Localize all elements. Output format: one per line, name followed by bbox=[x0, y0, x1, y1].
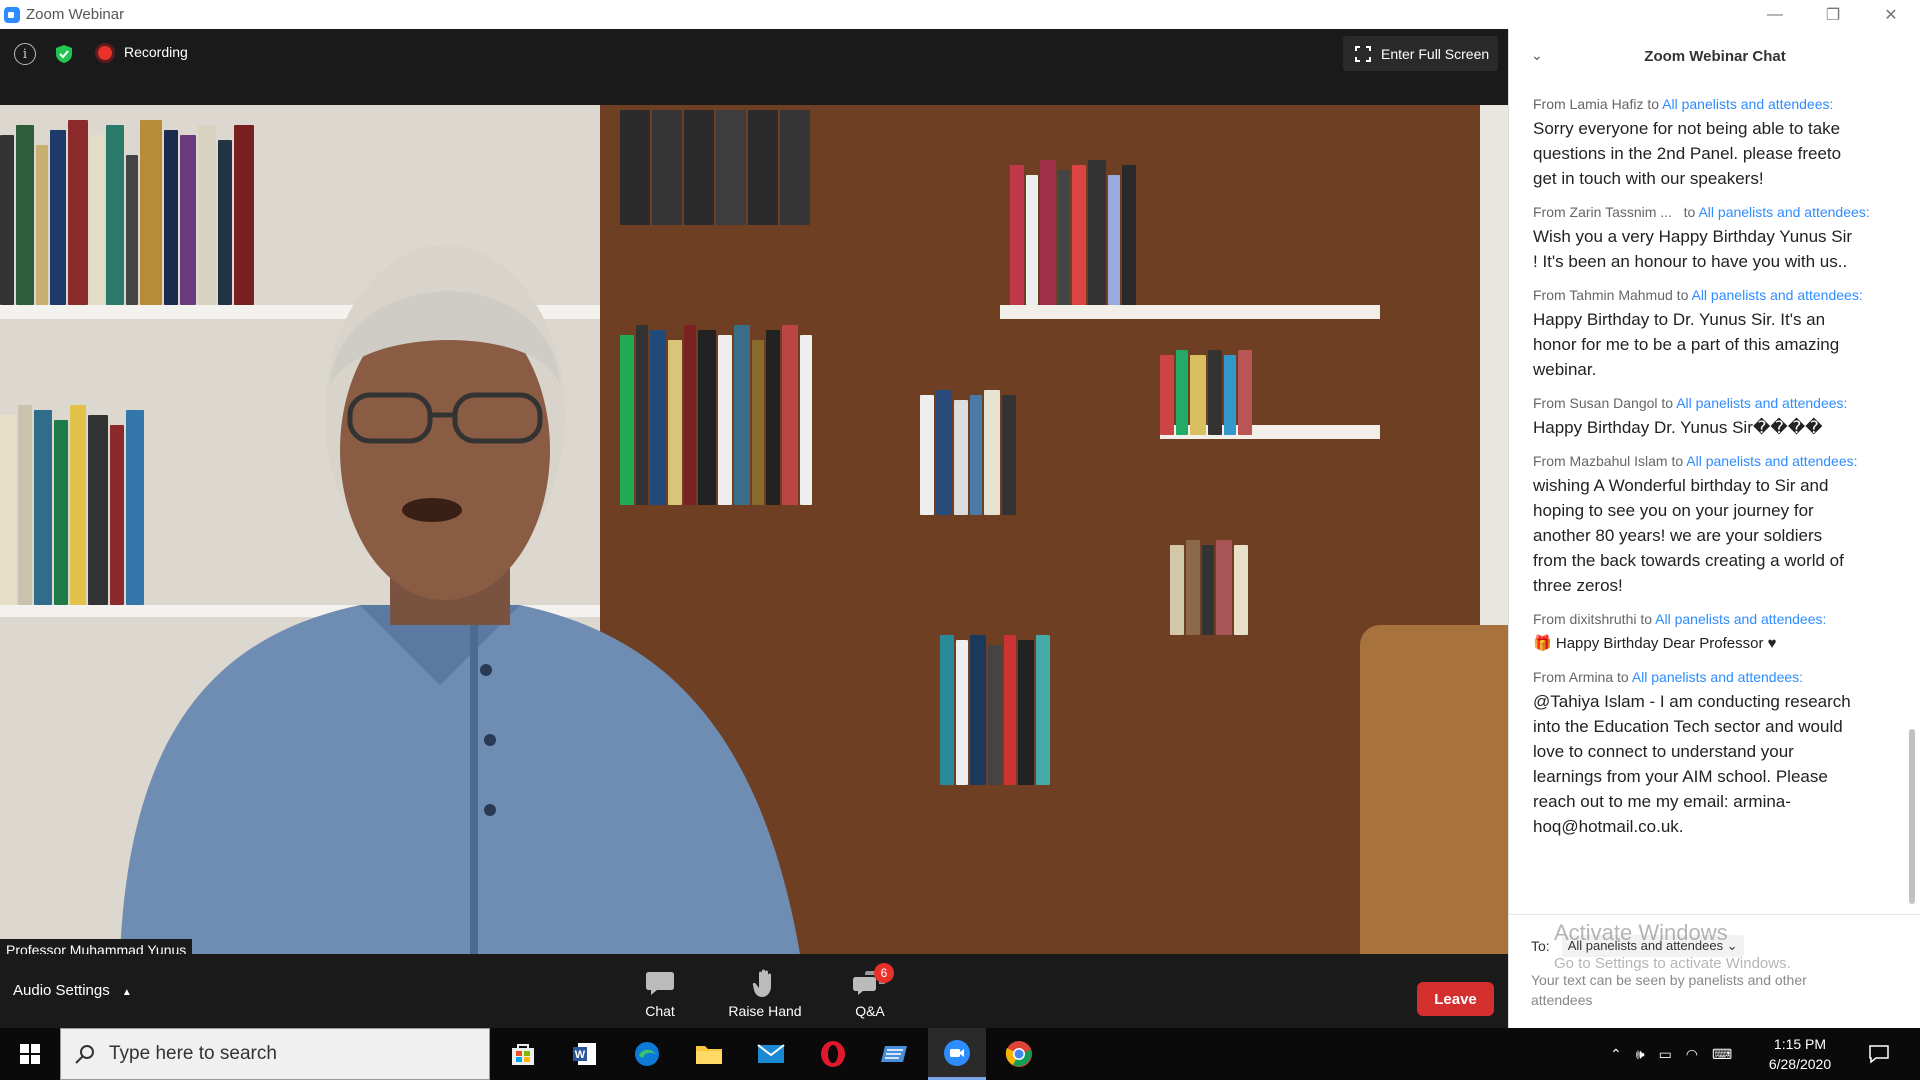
search-placeholder: Type here to search bbox=[109, 1043, 277, 1064]
chat-panel: ⌄ Zoom Webinar Chat From Lamia Hafiz to … bbox=[1508, 29, 1920, 1028]
chat-bubble-icon bbox=[646, 972, 674, 995]
chat-input[interactable]: Your text can be seen by panelists and o… bbox=[1531, 970, 1851, 1010]
activate-windows-subtitle: Go to Settings to activate Windows. bbox=[1554, 955, 1791, 972]
window-title: Zoom Webinar bbox=[26, 6, 125, 23]
chat-button[interactable]: Chat bbox=[620, 968, 700, 1019]
chevron-up-icon[interactable]: ▲ bbox=[122, 987, 132, 998]
restore-button[interactable]: ❐ bbox=[1804, 0, 1862, 29]
chat-message: From Susan Dangol to All panelists and a… bbox=[1533, 394, 1903, 440]
chat-label: Chat bbox=[645, 1003, 675, 1019]
windows-start-button[interactable] bbox=[0, 1028, 60, 1080]
microsoft-store-icon[interactable] bbox=[494, 1028, 552, 1080]
opera-browser-icon[interactable] bbox=[804, 1028, 862, 1080]
speaker-figure bbox=[120, 245, 800, 954]
clock-date: 6/28/2020 bbox=[1768, 1056, 1832, 1072]
chat-message: From Armina to All panelists and attende… bbox=[1533, 668, 1903, 839]
chat-scrollbar[interactable] bbox=[1909, 729, 1915, 904]
message-recipient-link[interactable]: All panelists and attendees: bbox=[1655, 611, 1826, 627]
message-sender: From Tahmin Mahmud to bbox=[1533, 287, 1692, 303]
message-text: @Tahiya Islam - I am conducting research… bbox=[1533, 692, 1851, 836]
chat-message: From Mazbahul Islam to All panelists and… bbox=[1533, 452, 1903, 598]
message-text-row: 🎁 Happy Birthday Dear Professor ♥ bbox=[1533, 631, 1853, 656]
chat-message: From Tahmin Mahmud to All panelists and … bbox=[1533, 286, 1903, 382]
zoom-taskbar-icon[interactable] bbox=[928, 1028, 986, 1080]
system-tray: ⌃ 🕪 ▭ ◠ ⌨ bbox=[1610, 1028, 1732, 1080]
zoom-app-icon bbox=[4, 6, 20, 23]
keyboard-icon[interactable]: ⌨ bbox=[1712, 1046, 1732, 1063]
mail-icon[interactable] bbox=[742, 1028, 800, 1080]
qa-count-badge: 6 bbox=[874, 963, 894, 983]
qa-label: Q&A bbox=[855, 1003, 885, 1019]
qa-button[interactable]: 6 Q&A bbox=[830, 963, 910, 1019]
windows-logo-icon bbox=[20, 1044, 40, 1064]
message-sender: From Lamia Hafiz to bbox=[1533, 96, 1663, 112]
taskbar-clock[interactable]: 1:15 PM 6/28/2020 bbox=[1750, 1034, 1850, 1074]
audio-settings-label: Audio Settings bbox=[13, 982, 110, 999]
message-sender: From dixitshruthi to bbox=[1533, 611, 1656, 627]
fullscreen-icon bbox=[1355, 45, 1371, 62]
notes-app-icon[interactable] bbox=[866, 1028, 924, 1080]
chrome-browser-icon[interactable] bbox=[990, 1028, 1048, 1080]
message-recipient-link[interactable]: All panelists and attendees: bbox=[1632, 669, 1803, 685]
message-sender: From Armina to bbox=[1533, 669, 1632, 685]
message-recipient-link[interactable]: All panelists and attendees: bbox=[1698, 204, 1869, 220]
hand-icon bbox=[752, 969, 771, 997]
fullscreen-label: Enter Full Screen bbox=[1381, 45, 1490, 62]
raise-hand-label: Raise Hand bbox=[728, 1003, 802, 1019]
svg-text:W: W bbox=[575, 1049, 586, 1061]
volume-icon[interactable]: 🕪 bbox=[1636, 1046, 1645, 1063]
edge-browser-icon[interactable] bbox=[618, 1028, 676, 1080]
message-sender: From Susan Dangol to bbox=[1533, 395, 1677, 411]
to-label: To: bbox=[1531, 938, 1550, 954]
heart-emoji-icon: ♥ bbox=[1767, 635, 1777, 652]
activate-windows-title: Activate Windows bbox=[1554, 920, 1728, 945]
search-icon bbox=[75, 1045, 94, 1064]
chat-title: Zoom Webinar Chat bbox=[1644, 48, 1786, 65]
info-icon[interactable]: i bbox=[14, 43, 36, 65]
title-bar: Zoom Webinar — ❐ ✕ bbox=[0, 0, 1920, 29]
taskbar-search-box[interactable]: Type here to search bbox=[60, 1028, 490, 1080]
gift-emoji-icon: 🎁 bbox=[1533, 635, 1552, 652]
message-text: Happy Birthday Dr. Yunus Sir���� bbox=[1533, 418, 1823, 437]
message-text: wishing A Wonderful birthday to Sir and … bbox=[1533, 476, 1844, 595]
message-recipient-link[interactable]: All panelists and attendees: bbox=[1662, 96, 1833, 112]
message-sender: From Mazbahul Islam to bbox=[1533, 453, 1687, 469]
message-text: Sorry everyone for not being able to tak… bbox=[1533, 119, 1842, 188]
meeting-toolbar: Audio Settings ▲ Chat Raise Hand 6 Q&A L… bbox=[0, 954, 1508, 1028]
word-icon[interactable]: W bbox=[556, 1028, 614, 1080]
chat-message: From dixitshruthi to All panelists and a… bbox=[1533, 610, 1903, 656]
windows-taskbar: Type here to search W ⌃ 🕪 ▭ ◠ ⌨ 1:15 PM … bbox=[0, 1028, 1920, 1080]
meeting-top-bar: i Recording Enter Full Screen bbox=[0, 29, 1508, 105]
chevron-down-icon: ⌄ bbox=[1726, 938, 1738, 953]
message-recipient-link[interactable]: All panelists and attendees: bbox=[1686, 453, 1857, 469]
message-sender: From Zarin Tassnim ... to bbox=[1533, 204, 1699, 220]
enter-full-screen-button[interactable]: Enter Full Screen bbox=[1343, 36, 1498, 71]
recording-icon bbox=[98, 46, 112, 60]
leave-button[interactable]: Leave bbox=[1417, 982, 1494, 1016]
chat-header: ⌄ Zoom Webinar Chat bbox=[1509, 29, 1920, 85]
chat-message: From Lamia Hafiz to All panelists and at… bbox=[1533, 95, 1903, 191]
raise-hand-button[interactable]: Raise Hand bbox=[725, 968, 805, 1019]
message-recipient-link[interactable]: All panelists and attendees: bbox=[1676, 395, 1847, 411]
chevron-up-icon[interactable]: ⌃ bbox=[1610, 1046, 1622, 1063]
file-explorer-icon[interactable] bbox=[680, 1028, 738, 1080]
message-text: Happy Birthday Dear Professor bbox=[1555, 635, 1764, 652]
wifi-icon[interactable]: ◠ bbox=[1686, 1046, 1698, 1063]
speaker-video bbox=[0, 105, 1508, 954]
message-recipient-link[interactable]: All panelists and attendees: bbox=[1691, 287, 1862, 303]
chat-message: From Zarin Tassnim ... to All panelists … bbox=[1533, 203, 1903, 274]
notifications-icon[interactable] bbox=[1868, 1028, 1890, 1080]
battery-icon[interactable]: ▭ bbox=[1659, 1046, 1672, 1063]
chat-composer: To: All panelists and attendees ⌄ Your t… bbox=[1509, 914, 1920, 1028]
recording-label: Recording bbox=[124, 44, 188, 60]
audio-settings-button[interactable]: Audio Settings ▲ bbox=[13, 982, 132, 999]
video-area: i Recording Enter Full Screen Professor … bbox=[0, 29, 1508, 1028]
message-text: Happy Birthday to Dr. Yunus Sir. It's an… bbox=[1533, 310, 1840, 379]
chat-messages: From Lamia Hafiz to All panelists and at… bbox=[1533, 95, 1903, 851]
close-window-button[interactable]: ✕ bbox=[1862, 0, 1920, 29]
clock-time: 1:15 PM bbox=[1773, 1036, 1827, 1052]
shield-icon[interactable] bbox=[53, 43, 75, 65]
message-text: Wish you a very Happy Birthday Yunus Sir… bbox=[1533, 227, 1853, 271]
minimize-button[interactable]: — bbox=[1746, 0, 1804, 29]
